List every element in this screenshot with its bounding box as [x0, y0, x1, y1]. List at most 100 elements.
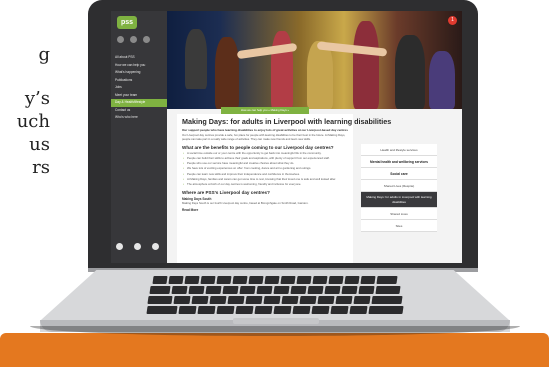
trackpad — [233, 318, 319, 324]
list-item: People who use our service have meaningf… — [183, 161, 348, 166]
key — [353, 296, 371, 304]
key — [235, 306, 254, 314]
key — [328, 276, 344, 284]
list-item: At Making Days, families and carers can … — [183, 177, 348, 182]
key — [264, 276, 280, 284]
key — [368, 306, 404, 314]
person-figure — [395, 35, 425, 109]
side-link[interactable]: Shared Lives (Respite) — [361, 180, 437, 192]
sidebar-utility-icons — [117, 36, 150, 43]
person-figure — [185, 29, 207, 89]
person-figure — [307, 41, 333, 109]
person-figure — [353, 21, 379, 109]
key — [360, 276, 376, 284]
read-more-link[interactable]: Read More — [182, 208, 348, 212]
key — [281, 296, 299, 304]
key — [311, 306, 330, 314]
key — [256, 286, 273, 294]
key — [239, 286, 256, 294]
key — [312, 276, 328, 284]
key — [149, 286, 171, 294]
key — [349, 306, 368, 314]
intro-text: Our support people who have learning dis… — [182, 128, 348, 132]
list-item: We have lots of exciting experiences on … — [183, 167, 348, 171]
list-item: A social time outside our or your centre… — [183, 151, 348, 156]
key — [296, 276, 312, 284]
sidebar-item-jobs[interactable]: Jobs — [111, 84, 167, 92]
text-fragment: g — [38, 44, 50, 65]
side-link-active[interactable]: Making Days: for adults in Liverpool wit… — [361, 192, 437, 208]
notification-badge[interactable]: 1 — [448, 16, 457, 25]
key — [222, 286, 239, 294]
side-link[interactable]: Shared Lives — [361, 208, 437, 220]
key — [146, 306, 178, 314]
key — [263, 296, 281, 304]
key — [168, 276, 184, 284]
sidebar-item-publications[interactable]: Publications — [111, 77, 167, 85]
key-row — [100, 306, 450, 314]
key-row — [100, 286, 450, 294]
sidebar-item-team[interactable]: Meet your team — [111, 92, 167, 100]
key — [178, 306, 197, 314]
key — [375, 286, 401, 294]
key — [191, 296, 209, 304]
twitter-icon[interactable] — [116, 243, 123, 250]
facebook-icon[interactable] — [134, 243, 141, 250]
keyboard — [100, 276, 450, 316]
key — [371, 296, 403, 304]
key — [344, 276, 360, 284]
list-item: The atmosphere at both of our day centre… — [183, 183, 348, 187]
list-item: People can learn new skills and improve … — [183, 172, 348, 177]
key — [173, 296, 191, 304]
key — [245, 296, 263, 304]
key — [335, 296, 353, 304]
language-icon[interactable] — [143, 36, 150, 43]
key — [197, 306, 216, 314]
key — [248, 276, 264, 284]
key — [232, 276, 248, 284]
body-paragraph: Our Liverpool day centres provide a safe… — [182, 133, 346, 141]
key — [324, 286, 341, 294]
sidebar-item-about[interactable]: All about PSS — [111, 54, 167, 62]
side-link[interactable]: Health and lifestyle services — [361, 144, 437, 156]
side-link[interactable]: Mental health and wellbeing services — [361, 156, 437, 168]
laptop-screen: pss All about PSS How we can help you Wh… — [111, 11, 462, 263]
pss-logo[interactable]: pss — [117, 16, 137, 29]
key — [171, 286, 188, 294]
accessibility-icon[interactable] — [130, 36, 137, 43]
sidebar-item-help[interactable]: How we can help you — [111, 62, 167, 70]
key — [227, 296, 245, 304]
key — [317, 296, 335, 304]
key — [147, 296, 173, 304]
key — [273, 306, 292, 314]
key — [152, 276, 168, 284]
site-sidebar: pss All about PSS How we can help you Wh… — [111, 11, 167, 263]
section-heading-benefits: What are the benefits to people coming t… — [182, 144, 334, 150]
sidebar-nav: All about PSS How we can help you What's… — [111, 54, 167, 122]
related-links: Health and lifestyle services Mental hea… — [361, 144, 437, 232]
instagram-icon[interactable] — [152, 243, 159, 250]
sidebar-item-whos-who[interactable]: Who's who here — [111, 114, 167, 122]
key — [280, 276, 296, 284]
key — [216, 306, 235, 314]
key — [205, 286, 222, 294]
sidebar-item-happening[interactable]: What's happening — [111, 69, 167, 77]
sidebar-item-day-services[interactable]: Day & Health/lifestyle — [111, 99, 167, 107]
key — [184, 276, 200, 284]
body-paragraph: Making Days South is our fourth Liverpoo… — [182, 201, 309, 206]
sidebar-item-contact[interactable]: Contact us — [111, 107, 167, 115]
key — [341, 286, 358, 294]
orange-footer-band — [0, 333, 549, 367]
key — [358, 286, 375, 294]
person-figure — [215, 37, 239, 109]
laptop-illustration: g y’s uch us rs pss All about PSS How we… — [0, 0, 549, 367]
page-title: Making Days: for adults in Liverpool wit… — [182, 117, 392, 126]
breadcrumb[interactable]: How we can help you » Making Days » — [221, 107, 309, 114]
search-icon[interactable] — [117, 36, 124, 43]
key — [376, 276, 398, 284]
person-figure — [429, 51, 455, 109]
side-link[interactable]: Sites — [361, 220, 437, 232]
text-fragment: rs — [32, 157, 50, 178]
key — [307, 286, 324, 294]
side-link[interactable]: Social care — [361, 168, 437, 180]
